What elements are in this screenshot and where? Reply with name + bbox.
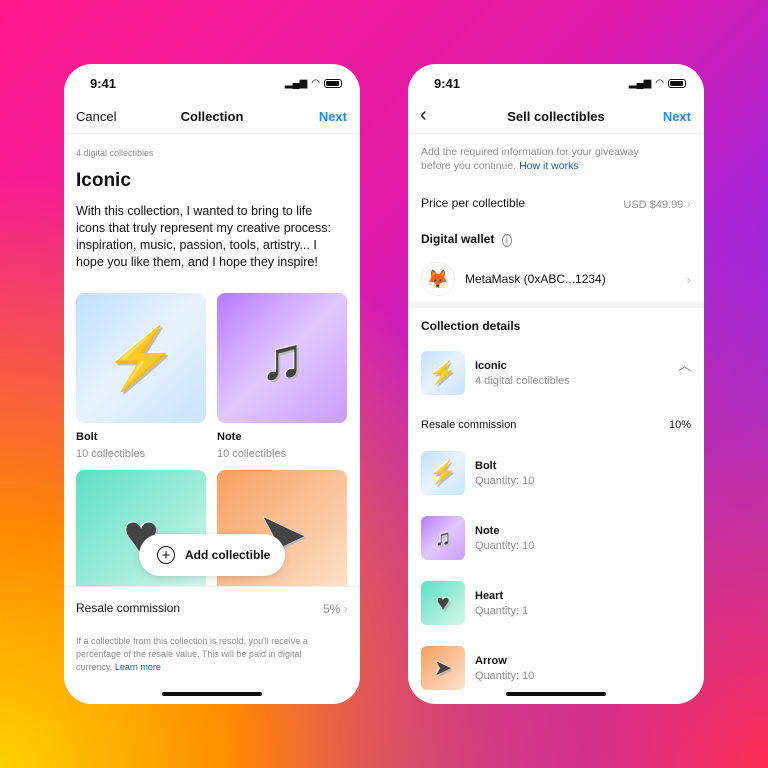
battery-icon <box>668 79 686 88</box>
home-indicator <box>506 692 606 696</box>
wallet-heading: Digital wallet i <box>421 232 512 247</box>
resale-commission-row[interactable]: Resale commission 5% › <box>76 601 348 616</box>
resale-commission-row: Resale commission 10% <box>421 419 691 431</box>
chevron-up-icon[interactable]: ︿ <box>678 355 691 374</box>
item-name: Heart <box>475 589 504 602</box>
item-name: Bolt <box>475 459 497 472</box>
list-item[interactable]: ➤ Arrow Quantity: 10 <box>421 646 534 690</box>
add-collectible-button[interactable]: + Add collectible <box>139 534 285 576</box>
resale-section: Resale commission 5% › If a collectible … <box>64 586 360 704</box>
resale-value: 5% <box>322 602 341 616</box>
home-indicator <box>162 692 262 696</box>
info-icon[interactable]: i <box>501 234 512 247</box>
music-note-icon: ♫ <box>421 516 465 560</box>
battery-icon <box>324 79 342 88</box>
resale-label: Resale commission <box>421 419 517 431</box>
next-button[interactable]: Next <box>663 109 691 124</box>
wifi-icon: ◠ <box>311 78 320 89</box>
learn-more-link[interactable]: Learn more <box>115 662 161 672</box>
status-time: 9:41 <box>90 76 117 91</box>
wifi-icon: ◠ <box>655 78 664 89</box>
collectible-name: Bolt <box>76 431 98 443</box>
resale-label: Resale commission <box>76 601 181 615</box>
price-value: USD $49.99 <box>623 199 684 211</box>
bolt-icon: ⚡ <box>76 293 206 423</box>
signal-icon: ▂▄▆ <box>628 78 652 89</box>
bolt-icon: ⚡ <box>421 451 465 495</box>
cursor-arrow-icon: ➤ <box>421 646 465 690</box>
wallet-row[interactable]: 🦊 MetaMask (0xABC...1234) › <box>421 262 691 296</box>
item-quantity: Quantity: 1 <box>475 604 529 617</box>
how-it-works-link[interactable]: How it works <box>519 160 579 172</box>
wallet-heading-text: Digital wallet <box>421 232 495 246</box>
footnote-text: If a collectible from this collection is… <box>76 636 308 672</box>
heart-icon: ♥ <box>421 581 465 625</box>
add-collectible-label: Add collectible <box>185 548 271 562</box>
resale-footnote: If a collectible from this collection is… <box>76 635 326 674</box>
collection-row[interactable]: ⚡ Iconic 4 digital collectibles ︿ <box>421 351 691 395</box>
collection-sub: 4 digital collectibles <box>475 374 570 387</box>
music-note-icon: ♫ <box>217 293 347 423</box>
list-item[interactable]: ♫ Note Quantity: 10 <box>421 516 534 560</box>
item-quantity: Quantity: 10 <box>475 669 535 682</box>
chevron-right-icon: › <box>686 271 691 287</box>
status-bar: 9:41 ▂▄▆ ◠ <box>408 74 704 94</box>
status-icons: ▂▄▆ ◠ <box>285 78 342 89</box>
plus-circle-icon: + <box>157 546 175 564</box>
page-title: Sell collectibles <box>507 109 605 124</box>
collectible-card[interactable]: ♫ Note 10 collectibles <box>217 293 347 460</box>
collection-name: Iconic <box>475 359 507 372</box>
section-divider <box>408 302 704 308</box>
list-item[interactable]: ♥ Heart Quantity: 1 <box>421 581 534 625</box>
nav-bar: ‹ Sell collectibles Next <box>408 104 704 134</box>
price-label: Price per collectible <box>421 196 526 210</box>
bolt-icon: ⚡ <box>421 351 465 395</box>
signal-icon: ▂▄▆ <box>284 78 308 89</box>
item-quantity: Quantity: 10 <box>475 539 535 552</box>
collection-title: Iconic <box>76 170 131 191</box>
price-row[interactable]: Price per collectible USD $49.99 › <box>421 196 691 211</box>
wallet-name: MetaMask (0xABC...1234) <box>465 272 606 286</box>
list-item[interactable]: ⚡ Bolt Quantity: 10 <box>421 451 534 495</box>
intro-text: Add the required information for your gi… <box>421 145 671 173</box>
details-heading: Collection details <box>421 319 521 333</box>
collectible-count: 10 collectibles <box>217 448 287 460</box>
item-quantity: Quantity: 10 <box>475 474 535 487</box>
item-name: Note <box>475 524 500 537</box>
status-bar: 9:41 ▂▄▆ ◠ <box>64 74 360 94</box>
resale-value: 10% <box>668 419 691 431</box>
sell-collectibles-screen: 9:41 ▂▄▆ ◠ ‹ Sell collectibles Next Add t… <box>408 64 704 704</box>
nav-bar: Cancel Collection Next <box>64 104 360 134</box>
chevron-right-icon: › <box>343 601 348 616</box>
status-time: 9:41 <box>434 76 461 91</box>
status-icons: ▂▄▆ ◠ <box>629 78 686 89</box>
chevron-right-icon: › <box>686 196 691 211</box>
collectible-list: ⚡ Bolt Quantity: 10 ♫ Note Quantity: 10 ♥ Hea… <box>421 451 534 690</box>
collectible-count: 10 collectibles <box>76 448 146 460</box>
page-title: Collection <box>180 109 244 124</box>
collectible-name: Note <box>217 431 242 443</box>
next-button[interactable]: Next <box>319 109 347 124</box>
collectible-card[interactable]: ⚡ Bolt 10 collectibles <box>76 293 206 460</box>
item-name: Arrow <box>475 654 507 667</box>
collectible-count: 4 digital collectibles <box>76 148 154 158</box>
collection-screen: 9:41 ▂▄▆ ◠ Cancel Collection Next 4 digit… <box>64 64 360 704</box>
collection-description: With this collection, I wanted to bring … <box>76 204 331 269</box>
metamask-fox-icon: 🦊 <box>421 262 455 296</box>
